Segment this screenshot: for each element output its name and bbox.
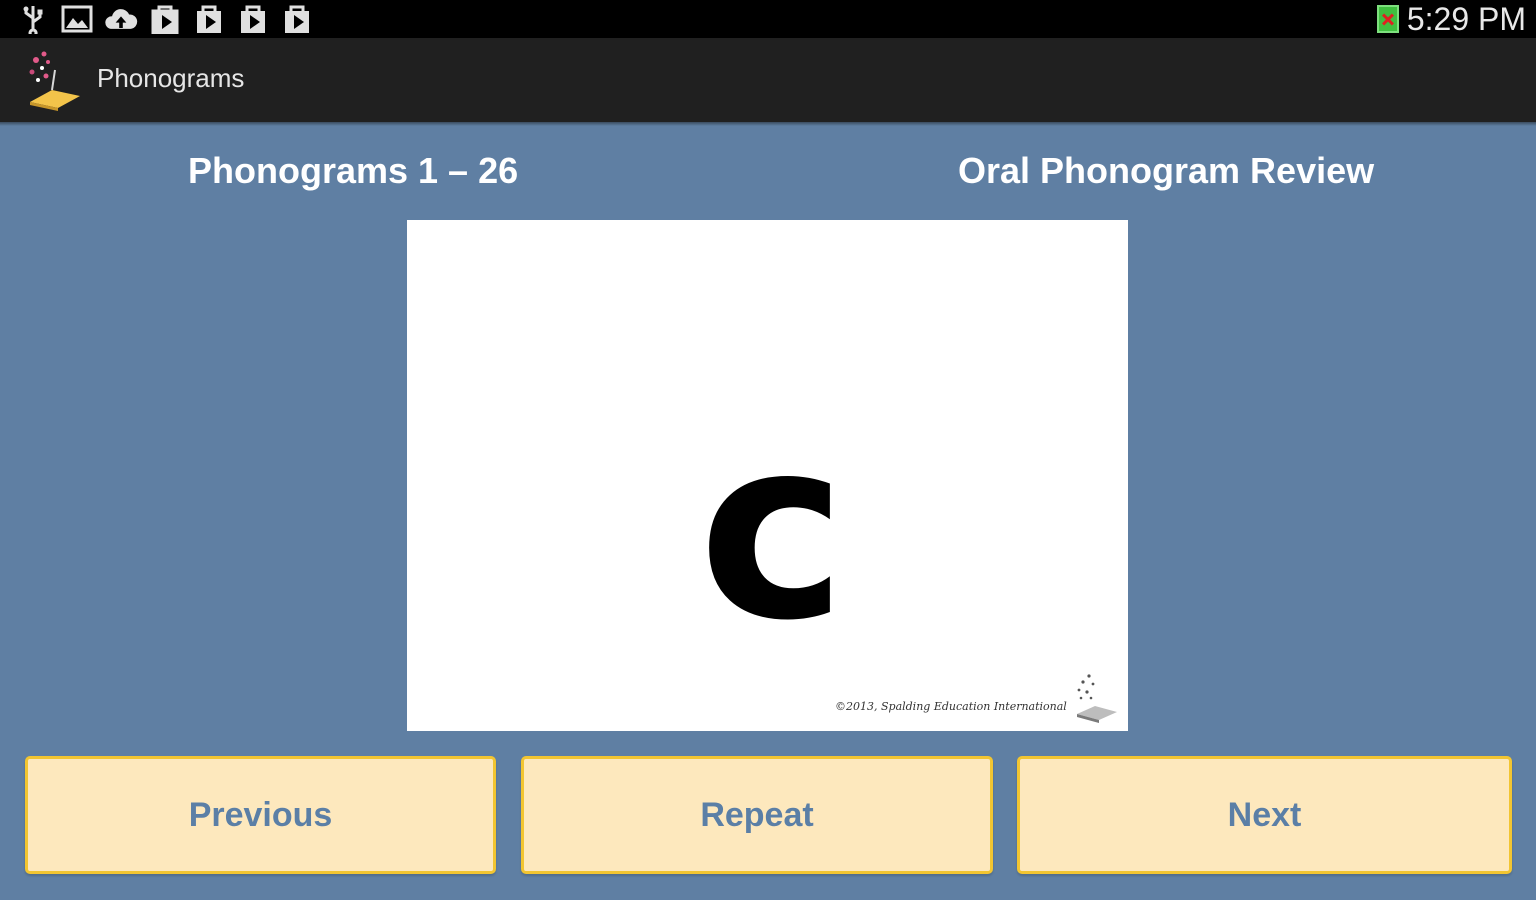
action-bar-shadow (0, 122, 1536, 126)
spalding-logo-icon (1071, 670, 1121, 726)
review-mode-label: Oral Phonogram Review (958, 150, 1375, 191)
play-store-icon (236, 3, 270, 35)
action-bar: Phonograms (0, 38, 1536, 122)
battery-error-icon (1376, 5, 1399, 33)
phonogram-set-label: Phonograms 1 – 26 (188, 150, 519, 191)
gallery-icon (60, 3, 94, 35)
play-store-icon (148, 3, 182, 35)
repeat-button[interactable]: Repeat (521, 756, 993, 874)
card-copyright: ©2013, Spalding Education International (835, 700, 1067, 713)
status-right: 5:29 PM (1376, 0, 1526, 38)
clock: 5:29 PM (1406, 0, 1526, 37)
status-bar: 5:29 PM (0, 0, 1536, 38)
phonograms-logo-icon[interactable] (22, 48, 86, 112)
phonogram-letter: c (698, 384, 847, 675)
next-button[interactable]: Next (1017, 756, 1512, 874)
usb-icon (16, 3, 50, 35)
play-store-icon (192, 3, 226, 35)
play-store-icon (280, 3, 314, 35)
notification-icons (16, 3, 314, 35)
app-title: Phonograms (97, 63, 245, 93)
cloud-upload-icon (104, 3, 138, 35)
previous-button[interactable]: Previous (25, 756, 496, 874)
phonogram-card: c ©2013, Spalding Education Internationa… (407, 220, 1128, 731)
